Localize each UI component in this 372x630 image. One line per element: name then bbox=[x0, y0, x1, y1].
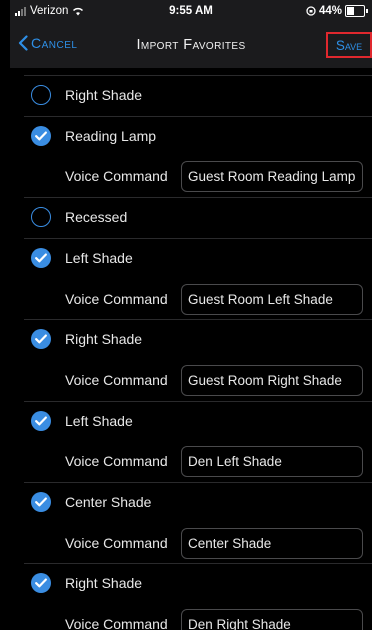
voice-command-row: Voice Command bbox=[10, 604, 372, 630]
voice-command-label: Voice Command bbox=[65, 453, 168, 470]
nav-bar: Cancel Import Favorites Save bbox=[10, 24, 372, 68]
orientation-lock-icon bbox=[306, 6, 316, 16]
favorite-row[interactable]: Center Shade bbox=[10, 482, 372, 523]
favorite-row[interactable]: Left Shade bbox=[10, 238, 372, 279]
favorite-row[interactable]: Right Shade bbox=[10, 563, 372, 604]
favorite-label: Recessed bbox=[65, 209, 128, 226]
favorite-label: Right Shade bbox=[65, 331, 143, 348]
voice-command-row: Voice Command bbox=[10, 360, 372, 401]
battery-percent: 44% bbox=[318, 5, 342, 17]
voice-command-input[interactable] bbox=[181, 283, 363, 315]
checked-circle-icon[interactable] bbox=[31, 125, 51, 146]
checked-circle-icon[interactable] bbox=[31, 492, 51, 512]
voice-command-label: Voice Command bbox=[65, 616, 168, 630]
checked-circle-icon[interactable] bbox=[31, 329, 51, 350]
voice-command-input[interactable] bbox=[181, 161, 363, 193]
battery-icon bbox=[345, 5, 365, 17]
save-button[interactable]: Save bbox=[326, 32, 372, 58]
favorite-label: Right Shade bbox=[65, 87, 143, 103]
status-right: 44% bbox=[306, 5, 368, 17]
phone-screen: Verizon 9:55 AM 44% Cancel Import Favori… bbox=[10, 0, 372, 630]
favorite-row[interactable]: Right Shade bbox=[10, 319, 372, 360]
favorite-row[interactable]: Recessed bbox=[10, 197, 372, 238]
voice-command-label: Voice Command bbox=[65, 168, 168, 185]
checked-circle-icon[interactable] bbox=[31, 410, 51, 431]
favorite-row[interactable]: Left Shade bbox=[10, 401, 372, 442]
unchecked-circle-icon[interactable] bbox=[31, 85, 51, 105]
favorite-row[interactable]: Right Shade bbox=[10, 75, 372, 116]
voice-command-label: Voice Command bbox=[65, 290, 168, 307]
voice-command-row: Voice Command bbox=[10, 441, 372, 482]
checked-circle-icon[interactable] bbox=[31, 573, 51, 594]
status-bar: Verizon 9:55 AM 44% bbox=[10, 0, 372, 24]
page-title: Import Favorites bbox=[136, 37, 246, 53]
favorite-label: Right Shade bbox=[65, 575, 143, 592]
voice-command-label: Voice Command bbox=[65, 371, 168, 388]
checked-circle-icon[interactable] bbox=[31, 247, 51, 268]
voice-command-input[interactable] bbox=[181, 364, 363, 396]
voice-command-row: Voice Command bbox=[10, 156, 372, 197]
voice-command-input[interactable] bbox=[181, 527, 363, 559]
unchecked-circle-icon[interactable] bbox=[31, 207, 51, 228]
favorite-label: Left Shade bbox=[65, 412, 133, 429]
voice-command-input[interactable] bbox=[181, 446, 363, 478]
voice-command-label: Voice Command bbox=[65, 534, 168, 551]
favorite-label: Reading Lamp bbox=[65, 127, 157, 144]
voice-command-row: Voice Command bbox=[10, 279, 372, 320]
favorite-label: Center Shade bbox=[65, 494, 152, 510]
favorite-label: Left Shade bbox=[65, 249, 133, 266]
voice-command-input[interactable] bbox=[181, 609, 363, 630]
voice-command-row: Voice Command bbox=[10, 523, 372, 564]
favorite-row[interactable]: Reading Lamp bbox=[10, 116, 372, 157]
